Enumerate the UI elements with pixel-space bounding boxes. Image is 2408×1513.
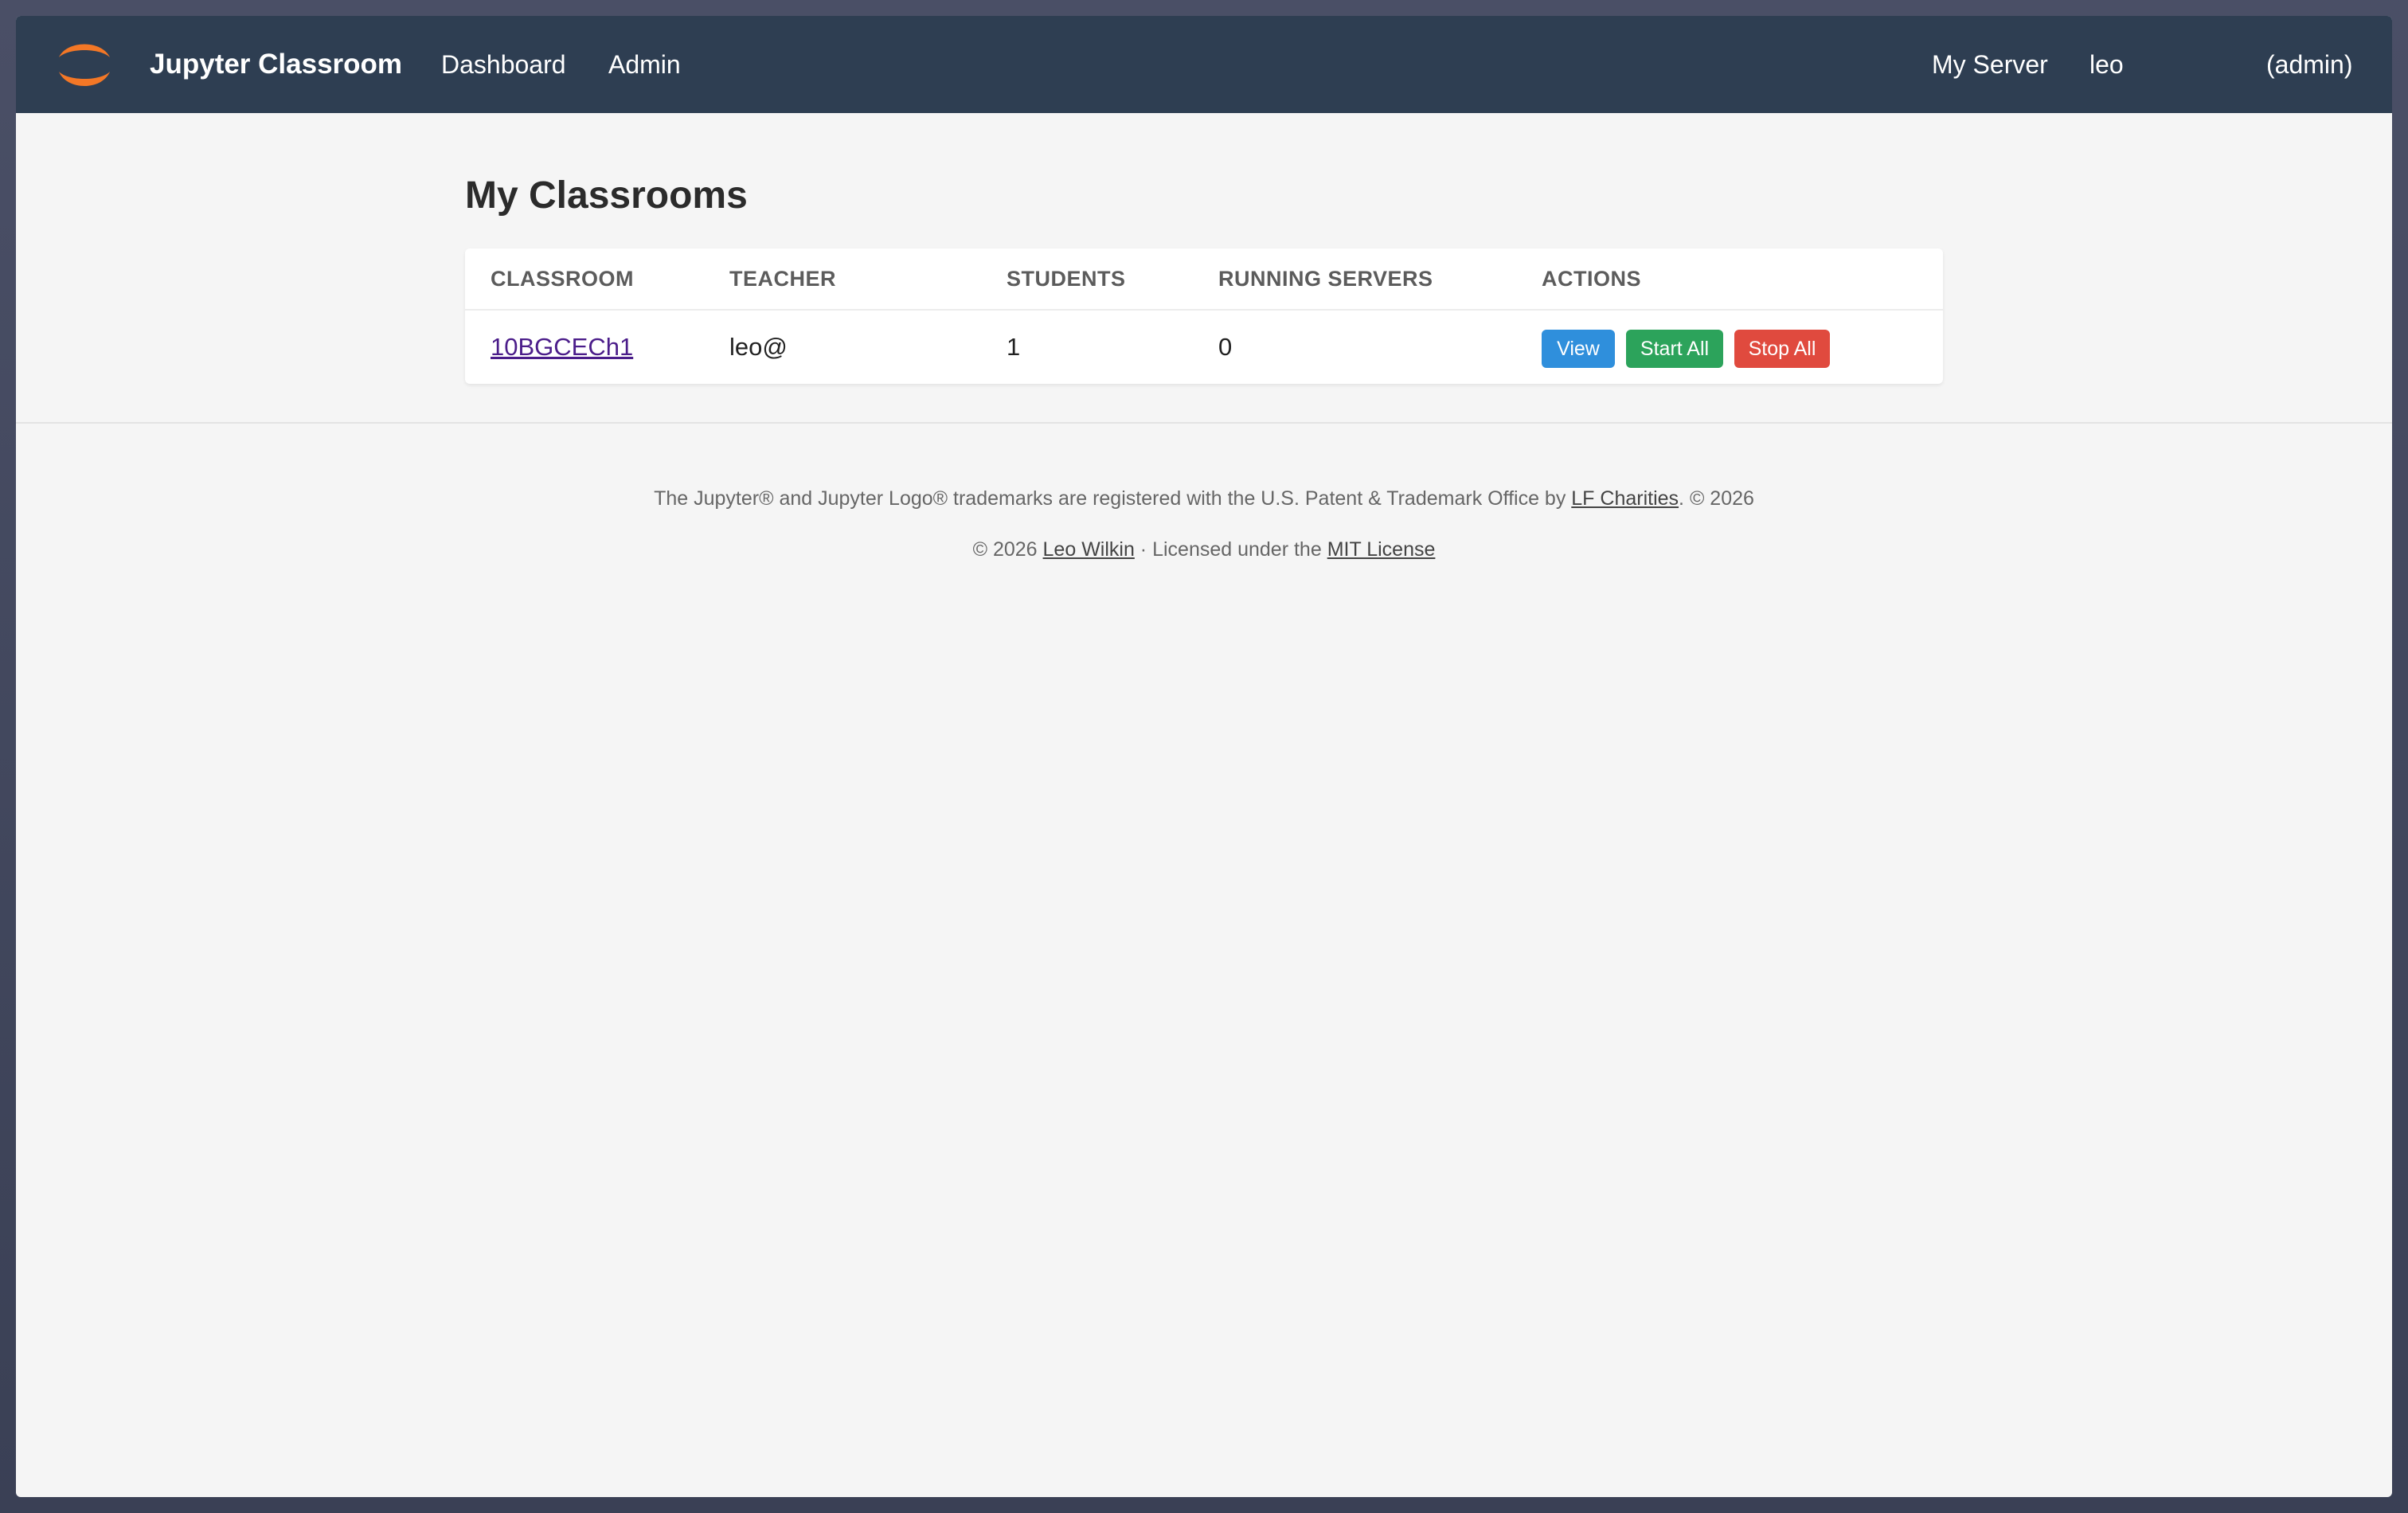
brand-title[interactable]: Jupyter Classroom — [150, 16, 402, 113]
footer-trademark-suffix: . © 2026 — [1679, 487, 1754, 510]
lf-charities-link[interactable]: LF Charities — [1571, 487, 1679, 510]
teacher-cell: leo@ — [729, 333, 788, 361]
footer-license-text: · Licensed under the — [1134, 538, 1327, 561]
classroom-link[interactable]: 10BGCECh1 — [491, 311, 633, 384]
view-button[interactable]: View — [1542, 330, 1615, 368]
user-role-badge: (admin) — [2266, 50, 2353, 79]
start-all-button[interactable]: Start All — [1626, 330, 1723, 368]
footer-copyright-text: © 2026 — [972, 538, 1043, 561]
column-header-actions: ACTIONS — [1542, 267, 1641, 291]
footer-trademark-text: The Jupyter® and Jupyter Logo® trademark… — [654, 487, 1572, 510]
students-count-cell: 1 — [1007, 333, 1021, 361]
footer-license-line: © 2026 Leo Wilkin · Licensed under the M… — [16, 538, 2392, 561]
running-servers-cell: 0 — [1218, 333, 1233, 361]
jupyter-logo-icon[interactable] — [53, 33, 116, 96]
classrooms-table: CLASSROOM TEACHER STUDENTS RUNNING SERVE… — [465, 248, 1943, 384]
author-link[interactable]: Leo Wilkin — [1043, 538, 1135, 561]
column-header-teacher: TEACHER — [729, 267, 837, 291]
stop-all-button[interactable]: Stop All — [1734, 330, 1830, 368]
page-title: My Classrooms — [465, 174, 748, 217]
nav-link-my-server[interactable]: My Server — [1932, 16, 2048, 113]
column-header-students: STUDENTS — [1007, 267, 1126, 291]
footer-trademark-line: The Jupyter® and Jupyter Logo® trademark… — [16, 487, 2392, 510]
main-content: My Classrooms CLASSROOM TEACHER STUDENTS… — [465, 172, 1946, 384]
table-row: 10BGCECh1 leo@ 1 0 View Start All Stop A… — [465, 311, 1943, 384]
column-header-running-servers: RUNNING SERVERS — [1218, 267, 1433, 291]
mit-license-link[interactable]: MIT License — [1327, 538, 1436, 561]
nav-link-admin[interactable]: Admin — [608, 16, 681, 113]
user-name[interactable]: leo — [2089, 16, 2124, 113]
navbar: Jupyter Classroom Dashboard Admin My Ser… — [16, 16, 2392, 113]
table-header-row: CLASSROOM TEACHER STUDENTS RUNNING SERVE… — [465, 248, 1943, 311]
app-window: Jupyter Classroom Dashboard Admin My Ser… — [16, 16, 2392, 1497]
column-header-classroom: CLASSROOM — [491, 267, 634, 291]
nav-link-dashboard[interactable]: Dashboard — [441, 16, 566, 113]
content-divider — [16, 422, 2392, 424]
